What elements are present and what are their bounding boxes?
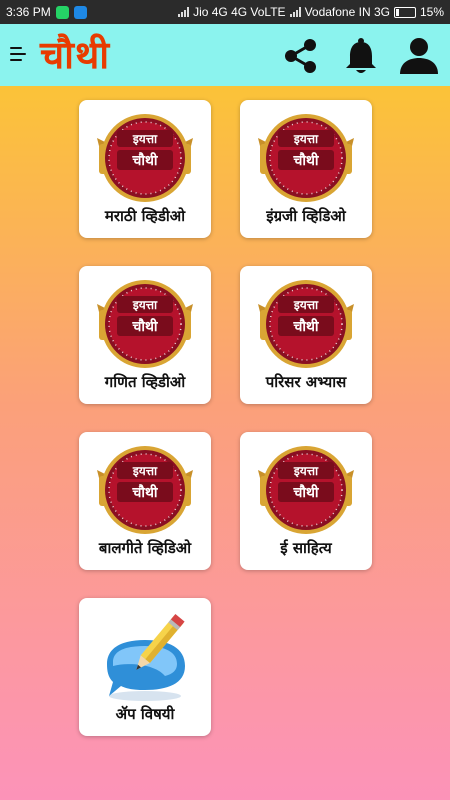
card-e-literature[interactable]: इयत्ता चौथी ई साहित्य [240, 432, 372, 570]
card-label: गणित व्हिडीओ [104, 373, 186, 391]
carrier-1: Jio 4G 4G VoLTE [193, 5, 286, 19]
menu-icon[interactable] [10, 43, 28, 65]
card-label: बालगीते व्हिडिओ [98, 539, 192, 557]
share-icon[interactable] [279, 34, 323, 78]
badge-line-2: चौथी [292, 152, 319, 169]
badge-line-2: चौथी [131, 318, 158, 335]
content-area: इयत्ता चौथी मराठी व्हिडीओ इयत्ता चौथी इं… [0, 86, 450, 800]
app-title: चौथी [40, 33, 111, 77]
pencil-chat-icon [107, 613, 185, 701]
badge-line-1: इयत्ता [293, 464, 319, 478]
card-about-app[interactable]: ॲप विषयी [79, 598, 211, 736]
signal-icon [178, 7, 190, 17]
app-notification-icon [73, 5, 87, 19]
class-badge-icon: इयत्ता चौथी [97, 446, 193, 534]
badge-line-2: चौथी [131, 484, 158, 501]
card-marathi-video[interactable]: इयत्ता चौथी मराठी व्हिडीओ [79, 100, 211, 238]
badge-line-1: इयत्ता [132, 132, 158, 146]
badge-line-2: चौथी [292, 318, 319, 335]
account-icon[interactable] [397, 34, 441, 78]
badge-line-1: इयत्ता [132, 464, 158, 478]
status-bar: 3:36 PM Jio 4G 4G VoLTE Vodafone IN 3G 1… [0, 0, 450, 24]
badge-line-1: इयत्ता [132, 298, 158, 312]
signal-icon [289, 7, 301, 17]
card-label: ई साहित्य [280, 539, 332, 557]
class-badge-icon: इयत्ता चौथी [97, 114, 193, 202]
status-time: 3:36 PM [6, 5, 51, 19]
badge-line-1: इयत्ता [293, 298, 319, 312]
bell-icon[interactable] [339, 34, 383, 78]
card-label: मराठी व्हिडीओ [104, 207, 186, 225]
card-label: ॲप विषयी [115, 705, 175, 723]
class-badge-icon: इयत्ता चौथी [97, 280, 193, 368]
whatsapp-icon [55, 5, 69, 19]
card-label: परिसर अभ्यास [265, 373, 347, 391]
class-badge-icon: इयत्ता चौथी [258, 446, 354, 534]
class-badge-icon: इयत्ता चौथी [258, 280, 354, 368]
card-environment-studies[interactable]: इयत्ता चौथी परिसर अभ्यास [240, 266, 372, 404]
badge-line-2: चौथी [131, 152, 158, 169]
badge-line-1: इयत्ता [293, 132, 319, 146]
badge-line-2: चौथी [292, 484, 319, 501]
battery-icon [393, 6, 416, 18]
card-maths-video[interactable]: इयत्ता चौथी गणित व्हिडीओ [79, 266, 211, 404]
class-badge-icon: इयत्ता चौथी [258, 114, 354, 202]
battery-level: 15% [419, 5, 444, 19]
card-english-video[interactable]: इयत्ता चौथी इंग्रजी व्हिडिओ [240, 100, 372, 238]
app-bar: चौथी [0, 24, 450, 86]
carrier-2: Vodafone IN 3G [304, 5, 390, 19]
card-label: इंग्रजी व्हिडिओ [266, 207, 346, 225]
card-songs-video[interactable]: इयत्ता चौथी बालगीते व्हिडिओ [79, 432, 211, 570]
